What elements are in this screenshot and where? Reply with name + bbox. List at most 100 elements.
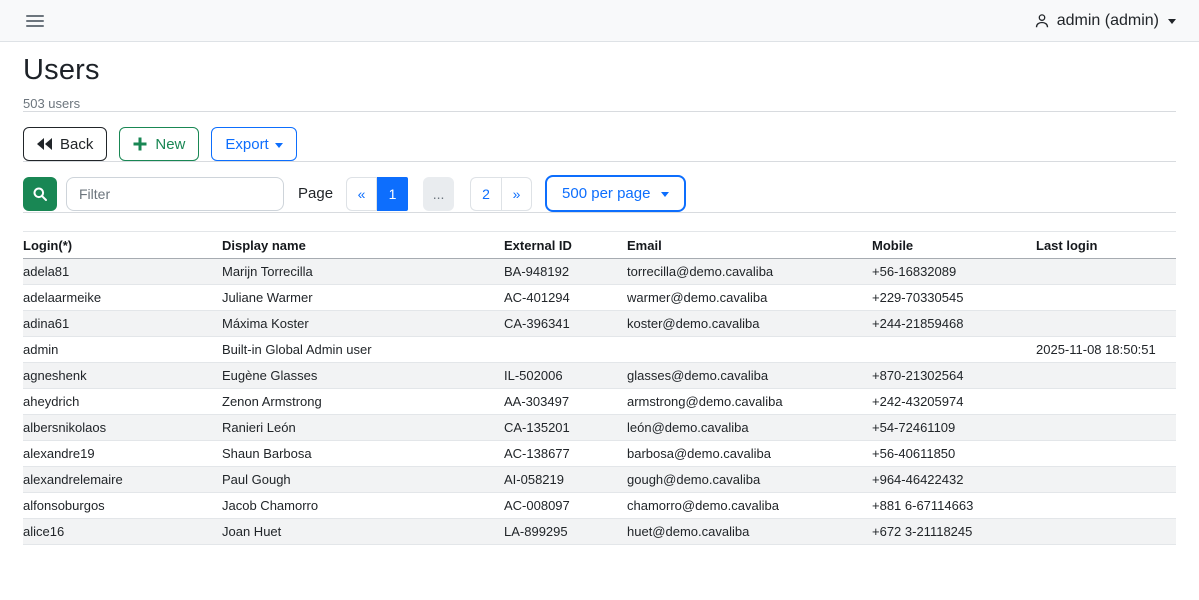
table-cell — [1036, 467, 1176, 493]
table-row[interactable]: alexandre19Shaun BarbosaAC-138677barbosa… — [23, 441, 1176, 467]
table-cell: AC-401294 — [504, 285, 627, 311]
pagination-prev[interactable]: « — [346, 177, 377, 211]
table-cell: alfonsoburgos — [23, 493, 222, 519]
back-button-label: Back — [60, 136, 93, 153]
divider — [23, 212, 1176, 213]
table-cell: gough@demo.cavaliba — [627, 467, 872, 493]
table-cell: Paul Gough — [222, 467, 504, 493]
table-cell: +56-16832089 — [872, 259, 1036, 285]
table-cell: CA-135201 — [504, 415, 627, 441]
table-row[interactable]: albersnikolaosRanieri LeónCA-135201león@… — [23, 415, 1176, 441]
table-cell — [627, 337, 872, 363]
column-header: Email — [627, 232, 872, 259]
person-icon — [1034, 13, 1050, 29]
table-cell: glasses@demo.cavaliba — [627, 363, 872, 389]
table-cell: Built-in Global Admin user — [222, 337, 504, 363]
table-cell — [1036, 363, 1176, 389]
table-cell: alexandre19 — [23, 441, 222, 467]
table-body: adela81Marijn TorrecillaBA-948192torreci… — [23, 259, 1176, 545]
export-button-label: Export — [225, 136, 268, 153]
table-cell: AC-138677 — [504, 441, 627, 467]
export-button[interactable]: Export — [211, 127, 296, 161]
table-cell: IL-502006 — [504, 363, 627, 389]
per-page-label: 500 per page — [562, 185, 650, 202]
rewind-icon — [37, 138, 52, 150]
pagination-ellipsis: ... — [423, 177, 454, 211]
table-cell: +54-72461109 — [872, 415, 1036, 441]
table-cell: AA-303497 — [504, 389, 627, 415]
table-cell: koster@demo.cavaliba — [627, 311, 872, 337]
table-row[interactable]: alexandrelemairePaul GoughAI-058219gough… — [23, 467, 1176, 493]
table-cell: adela81 — [23, 259, 222, 285]
table-cell: albersnikolaos — [23, 415, 222, 441]
new-button-label: New — [155, 136, 185, 153]
column-header: External ID — [504, 232, 627, 259]
new-button[interactable]: New — [119, 127, 199, 161]
table-cell: Máxima Koster — [222, 311, 504, 337]
column-header: Login(*) — [23, 232, 222, 259]
column-header: Mobile — [872, 232, 1036, 259]
table-cell — [1036, 311, 1176, 337]
pagination-page-1[interactable]: 1 — [377, 177, 408, 211]
table-cell: +244-21859468 — [872, 311, 1036, 337]
column-header: Last login — [1036, 232, 1176, 259]
table-row[interactable]: agneshenkEugène GlassesIL-502006glasses@… — [23, 363, 1176, 389]
table-cell — [504, 337, 627, 363]
table-cell: Joan Huet — [222, 519, 504, 545]
per-page-dropdown[interactable]: 500 per page — [545, 175, 686, 212]
table-cell: LA-899295 — [504, 519, 627, 545]
table-cell: +229-70330545 — [872, 285, 1036, 311]
table-cell: BA-948192 — [504, 259, 627, 285]
table-row[interactable]: aheydrichZenon ArmstrongAA-303497armstro… — [23, 389, 1176, 415]
table-cell: adina61 — [23, 311, 222, 337]
table-row[interactable]: adminBuilt-in Global Admin user2025-11-0… — [23, 337, 1176, 363]
filter-input[interactable] — [66, 177, 284, 211]
users-table: Login(*)Display nameExternal IDEmailMobi… — [23, 231, 1176, 545]
main-content: Users 503 users Back New Export — [0, 54, 1199, 545]
divider — [23, 161, 1176, 162]
search-icon — [32, 186, 48, 202]
table-cell: Shaun Barbosa — [222, 441, 504, 467]
table-cell: Jacob Chamorro — [222, 493, 504, 519]
table-cell — [1036, 519, 1176, 545]
back-button[interactable]: Back — [23, 127, 107, 161]
table-cell: huet@demo.cavaliba — [627, 519, 872, 545]
column-header: Display name — [222, 232, 504, 259]
table-cell: barbosa@demo.cavaliba — [627, 441, 872, 467]
search-button[interactable] — [23, 177, 57, 211]
table-cell — [872, 337, 1036, 363]
divider — [23, 111, 1176, 112]
table-cell — [1036, 415, 1176, 441]
table-cell: torrecilla@demo.cavaliba — [627, 259, 872, 285]
plus-icon — [133, 137, 147, 151]
filter-bar: Page « 1 ... 2 » 500 per page — [23, 175, 1176, 212]
table-cell: aheydrich — [23, 389, 222, 415]
table-cell: +881 6-67114663 — [872, 493, 1036, 519]
table-cell: +242-43205974 — [872, 389, 1036, 415]
table-cell: chamorro@demo.cavaliba — [627, 493, 872, 519]
chevron-down-icon — [1168, 19, 1176, 24]
table-row[interactable]: alfonsoburgosJacob ChamorroAC-008097cham… — [23, 493, 1176, 519]
table-row[interactable]: alice16Joan HuetLA-899295huet@demo.caval… — [23, 519, 1176, 545]
table-cell: Eugène Glasses — [222, 363, 504, 389]
table-header-row: Login(*)Display nameExternal IDEmailMobi… — [23, 232, 1176, 259]
table-cell: +870-21302564 — [872, 363, 1036, 389]
pagination-page-2[interactable]: 2 — [470, 177, 501, 211]
table-cell: +964-46422432 — [872, 467, 1036, 493]
table-cell — [1036, 389, 1176, 415]
table-row[interactable]: adina61Máxima KosterCA-396341koster@demo… — [23, 311, 1176, 337]
user-count: 503 users — [23, 96, 1176, 111]
table-row[interactable]: adela81Marijn TorrecillaBA-948192torreci… — [23, 259, 1176, 285]
table-row[interactable]: adelaarmeikeJuliane WarmerAC-401294warme… — [23, 285, 1176, 311]
top-navbar: admin (admin) — [0, 0, 1199, 42]
table-cell: 2025-11-08 18:50:51 — [1036, 337, 1176, 363]
caret-down-icon — [661, 192, 669, 197]
toolbar: Back New Export — [23, 127, 1176, 161]
menu-hamburger-icon[interactable] — [24, 11, 46, 31]
table-cell: AC-008097 — [504, 493, 627, 519]
pagination-next[interactable]: » — [501, 177, 532, 211]
table-cell: warmer@demo.cavaliba — [627, 285, 872, 311]
user-menu-dropdown[interactable]: admin (admin) — [1034, 12, 1176, 30]
table-cell: adelaarmeike — [23, 285, 222, 311]
page-title: Users — [23, 54, 1176, 87]
